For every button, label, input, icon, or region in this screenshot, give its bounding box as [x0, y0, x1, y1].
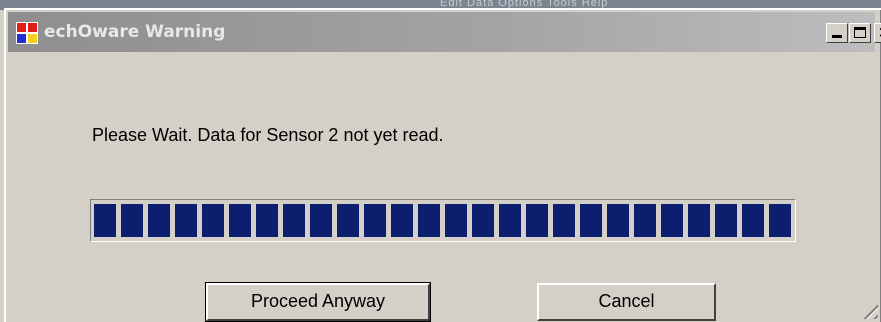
status-message: Please Wait. Data for Sensor 2 not yet r… [92, 125, 444, 145]
progress-track [94, 204, 792, 237]
warning-dialog: echOware Warning × Please Wait. Data for… [4, 8, 881, 322]
progress-bar [90, 199, 796, 242]
title-bar[interactable]: echOware Warning × [8, 12, 881, 52]
maximize-button[interactable] [849, 23, 871, 43]
screen: Edit Data Options Tools Help echOware Wa… [0, 0, 881, 322]
minimize-icon [832, 35, 842, 38]
progress-fill [94, 204, 792, 237]
window-title: echOware Warning [44, 22, 226, 42]
maximize-icon [854, 27, 866, 38]
close-button[interactable]: × [874, 23, 881, 43]
resize-grip-icon[interactable] [858, 299, 878, 319]
minimize-button[interactable] [826, 23, 848, 43]
proceed-anyway-button[interactable]: Proceed Anyway [205, 282, 431, 322]
app-icon[interactable] [16, 22, 38, 44]
cancel-button[interactable]: Cancel [537, 283, 716, 321]
